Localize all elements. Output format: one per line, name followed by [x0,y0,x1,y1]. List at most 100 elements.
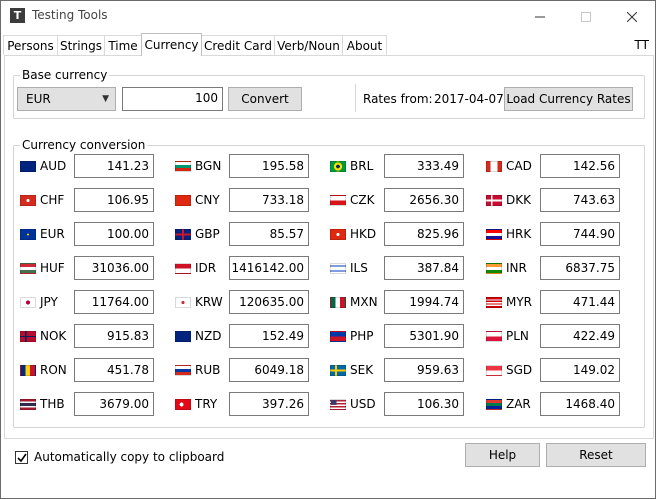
currency-value-field[interactable]: 1416142.00 [229,256,309,280]
currency-code: BGN [195,159,222,173]
currency-value-field[interactable]: 85.57 [229,222,309,246]
app-icon: T [10,8,25,23]
gbr-flag-icon [175,229,191,240]
pol-flag-icon [486,331,502,342]
currency-code: ZAR [506,397,531,411]
currency-code: DKK [506,193,531,207]
jpn-flag-icon [20,297,36,308]
tab-persons[interactable]: Persons [3,35,58,55]
mys-flag-icon [486,297,502,308]
title-bar: T Testing Tools [1,1,655,31]
base-currency-value: EUR [26,92,51,106]
amount-input[interactable]: 100 [122,87,223,111]
convert-button[interactable]: Convert [228,87,302,111]
help-button[interactable]: Help [465,443,540,467]
aus-flag-icon [20,161,36,172]
tur-flag-icon [175,399,191,410]
minimize-icon [535,16,545,17]
currency-code: JPY [40,295,58,309]
base-currency-title: Base currency [20,68,110,82]
currency-value-field[interactable]: 6837.75 [540,256,620,280]
currency-value-field[interactable]: 152.49 [229,324,309,348]
chevron-down-icon: ▼ [102,94,109,104]
currency-value-field[interactable]: 333.49 [384,154,464,178]
currency-value-field[interactable]: 5301.90 [384,324,464,348]
window-title: Testing Tools [32,8,108,22]
footer: Automatically copy to clipboard Help Res… [1,438,655,498]
currency-value-field[interactable]: 141.23 [74,154,154,178]
currency-value-field[interactable]: 195.58 [229,154,309,178]
currency-value-field[interactable]: 3679.00 [74,392,154,416]
currency-code: PLN [506,329,529,343]
chn-flag-icon [175,195,191,206]
tab-time[interactable]: Time [104,35,142,55]
currency-value-field[interactable]: 1994.74 [384,290,464,314]
currency-code: MXN [350,295,378,309]
currency-value-field[interactable]: 744.90 [540,222,620,246]
maximize-icon [581,11,591,22]
currency-code: CNY [195,193,220,207]
rates-from-label: Rates from: [363,92,433,106]
currency-value-field[interactable]: 106.30 [384,392,464,416]
rus-flag-icon [175,365,191,376]
tab-verb-noun[interactable]: Verb/Noun [274,35,343,55]
currency-value-field[interactable]: 733.18 [229,188,309,212]
currency-code: KRW [195,295,223,309]
currency-value-field[interactable]: 422.49 [540,324,620,348]
currency-value-field[interactable]: 825.96 [384,222,464,246]
currency-value-field[interactable]: 471.44 [540,290,620,314]
currency-value-field[interactable]: 120635.00 [229,290,309,314]
base-currency-group: Base currency EUR ▼ 100 Convert Rates fr… [13,68,645,119]
currency-value-field[interactable]: 387.84 [384,256,464,280]
tab-about[interactable]: About [342,35,387,55]
currency-code: GBP [195,227,220,241]
base-currency-select[interactable]: EUR ▼ [17,87,116,111]
separator [355,84,356,112]
close-button[interactable] [609,1,655,31]
rou-flag-icon [20,365,36,376]
eur-flag-icon [20,229,36,240]
currency-code: EUR [40,227,65,241]
currency-code: PHP [350,329,374,343]
cze-flag-icon [330,195,346,206]
currency-page: Base currency EUR ▼ 100 Convert Rates fr… [4,55,654,439]
tab-credit-card[interactable]: Credit Card [201,35,275,55]
currency-value-field[interactable]: 451.78 [74,358,154,382]
isr-flag-icon [330,263,346,274]
currency-code: SEK [350,363,374,377]
maximize-button[interactable] [563,1,609,31]
currency-conversion-group: Currency conversion AUD 141.23 BGN 195.58 BR… [13,138,645,428]
load-currency-rates-button[interactable]: Load Currency Rates [504,87,633,111]
currency-code: RUB [195,363,221,377]
currency-value-field[interactable]: 1468.40 [540,392,620,416]
tt-label: TT [634,38,649,52]
tab-currency[interactable]: Currency [141,33,202,56]
currency-value-field[interactable]: 743.63 [540,188,620,212]
currency-value-field[interactable]: 142.56 [540,154,620,178]
currency-code: HKD [350,227,377,241]
currency-value-field[interactable]: 6049.18 [229,358,309,382]
currency-value-field[interactable]: 11764.00 [74,290,154,314]
tab-strings[interactable]: Strings [57,35,105,55]
hun-flag-icon [20,263,36,274]
currency-code: USD [350,397,376,411]
currency-value-field[interactable]: 915.83 [74,324,154,348]
nzl-flag-icon [175,331,191,342]
mex-flag-icon [330,297,346,308]
auto-copy-label[interactable]: Automatically copy to clipboard [34,449,224,465]
auto-copy-checkbox[interactable] [15,451,28,464]
currency-value-field[interactable]: 959.63 [384,358,464,382]
reset-button[interactable]: Reset [546,443,646,467]
currency-code: SGD [506,363,533,377]
currency-value-field[interactable]: 106.95 [74,188,154,212]
currency-value-field[interactable]: 100.00 [74,222,154,246]
currency-value-field[interactable]: 397.26 [229,392,309,416]
minimize-button[interactable] [517,1,563,31]
che-flag-icon [20,195,36,206]
currency-code: AUD [40,159,67,173]
currency-value-field[interactable]: 2656.30 [384,188,464,212]
usa-flag-icon [330,399,346,410]
currency-value-field[interactable]: 149.02 [540,358,620,382]
currency-value-field[interactable]: 31036.00 [74,256,154,280]
currency-code: HRK [506,227,532,241]
